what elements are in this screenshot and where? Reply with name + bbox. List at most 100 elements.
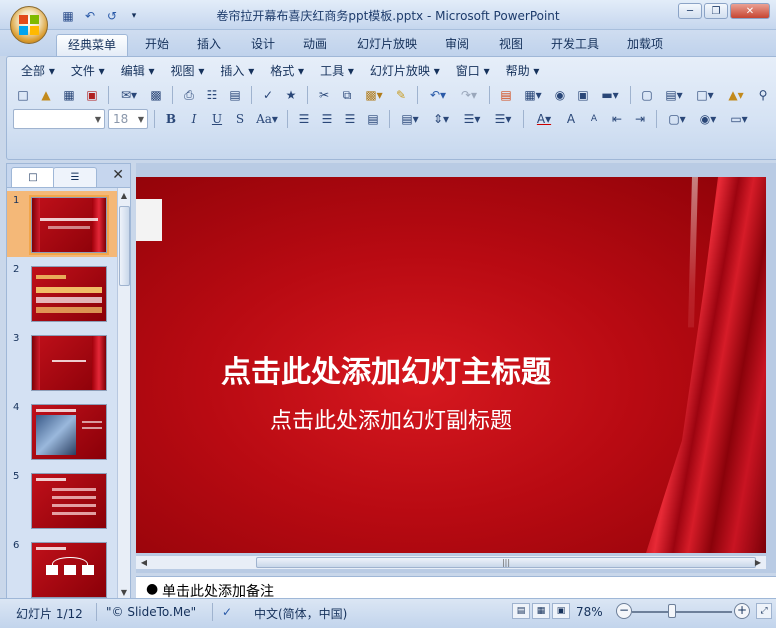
zoom-level[interactable]: 78% bbox=[576, 605, 603, 619]
new-slide-icon[interactable]: ▢ bbox=[637, 85, 657, 105]
undo-icon[interactable]: ↶▾ bbox=[424, 85, 452, 105]
slide-title-placeholder[interactable]: 点击此处添加幻灯主标题 bbox=[136, 347, 636, 391]
folder-icon[interactable]: ▲▾ bbox=[722, 85, 750, 105]
slide-thumbnail[interactable] bbox=[31, 266, 107, 322]
copy-icon[interactable]: ⧉ bbox=[337, 85, 357, 105]
line-spacing-icon[interactable]: ⇕▾ bbox=[427, 109, 455, 129]
fit-to-window-button[interactable]: ⤢ bbox=[756, 603, 772, 619]
permission-icon[interactable]: ▣ bbox=[82, 85, 102, 105]
zoom-slider[interactable] bbox=[632, 611, 732, 613]
font-size-select[interactable]: 18 ▼ bbox=[108, 109, 148, 129]
tab-classic-menu[interactable]: 经典菜单 bbox=[56, 34, 129, 56]
grow-font-icon[interactable]: A bbox=[561, 109, 581, 129]
slide-thumbnail[interactable] bbox=[31, 404, 107, 460]
shrink-font-icon[interactable]: A bbox=[584, 109, 604, 129]
cut-icon[interactable]: ✂ bbox=[314, 85, 334, 105]
picture-icon[interactable]: ▣ bbox=[573, 85, 593, 105]
research-icon[interactable]: ▤ bbox=[225, 85, 245, 105]
align-left-icon[interactable]: ☰ bbox=[294, 109, 314, 129]
menu-edit[interactable]: 编辑 ▾ bbox=[113, 61, 163, 81]
spell-check-icon[interactable]: ✓ bbox=[222, 605, 232, 619]
close-button[interactable]: ✕ bbox=[730, 3, 770, 19]
white-rectangle-shape[interactable] bbox=[136, 199, 162, 241]
line-style-icon[interactable]: ▬▾ bbox=[596, 85, 624, 105]
numbering-icon[interactable]: ☰▾ bbox=[458, 109, 486, 129]
zoom-in-icon[interactable]: + bbox=[734, 603, 750, 619]
change-case-icon[interactable]: Aa▾ bbox=[253, 109, 281, 129]
tab-animation[interactable]: 动画 bbox=[292, 34, 338, 56]
slide-thumbnail-row[interactable]: 6 bbox=[7, 536, 117, 599]
menu-format[interactable]: 格式 ▾ bbox=[262, 61, 312, 81]
horizontal-scrollbar[interactable]: ◀ ||| ▶ bbox=[136, 555, 766, 569]
align-right-icon[interactable]: ☰ bbox=[340, 109, 360, 129]
zoom-slider-knob[interactable] bbox=[668, 604, 676, 618]
theme-name[interactable]: "© SlideTo.Me" bbox=[106, 605, 196, 619]
new-file-icon[interactable]: □ bbox=[13, 85, 33, 105]
clipart-icon[interactable]: ◉ bbox=[550, 85, 570, 105]
outline-tab[interactable]: ☰ bbox=[53, 167, 97, 187]
justify-icon[interactable]: ▤ bbox=[363, 109, 383, 129]
slide-thumbnail[interactable] bbox=[29, 195, 109, 255]
menu-tools[interactable]: 工具 ▾ bbox=[312, 61, 362, 81]
publish-icon[interactable]: ▩ bbox=[146, 85, 166, 105]
slides-tab[interactable]: □ bbox=[11, 167, 55, 187]
language-indicator[interactable]: 中文(简体，中国) bbox=[254, 605, 347, 622]
save-icon[interactable]: ▦ bbox=[59, 85, 79, 105]
menu-help[interactable]: 帮助 ▾ bbox=[498, 61, 548, 81]
menu-window[interactable]: 窗口 ▾ bbox=[448, 61, 498, 81]
thumbnails-scrollbar[interactable]: ▲ ▼ bbox=[117, 188, 130, 599]
email-icon[interactable]: ✉▾ bbox=[115, 85, 143, 105]
slide-sorter-button[interactable]: ▦ bbox=[532, 603, 550, 619]
menu-view[interactable]: 视图 ▾ bbox=[163, 61, 213, 81]
slide-thumbnail[interactable] bbox=[31, 542, 107, 598]
bullets-icon[interactable]: ☰▾ bbox=[489, 109, 517, 129]
print-icon[interactable]: ⎙ bbox=[179, 85, 199, 105]
increase-indent-icon[interactable]: ⇥ bbox=[630, 109, 650, 129]
layout-icon[interactable]: ▤▾ bbox=[660, 85, 688, 105]
format-painter-icon[interactable]: ✎ bbox=[391, 85, 411, 105]
font-color-icon[interactable]: A▾ bbox=[530, 109, 558, 129]
spelling-icon[interactable]: ✓ bbox=[258, 85, 278, 105]
tab-design[interactable]: 设计 bbox=[240, 34, 286, 56]
menu-slideshow[interactable]: 幻灯片放映 ▾ bbox=[362, 61, 448, 81]
slide-thumbnail-row[interactable]: 1 bbox=[7, 191, 117, 257]
tab-home[interactable]: 开始 bbox=[134, 34, 180, 56]
paste-icon[interactable]: ▩▾ bbox=[360, 85, 388, 105]
slide-thumbnail-row[interactable]: 5 bbox=[7, 467, 117, 533]
align-center-icon[interactable]: ☰ bbox=[317, 109, 337, 129]
zoom-icon[interactable]: ⚲ bbox=[753, 85, 773, 105]
shapes-icon[interactable]: ▢▾ bbox=[663, 109, 691, 129]
tab-insert[interactable]: 插入 bbox=[186, 34, 232, 56]
open-folder-icon[interactable]: ▲ bbox=[36, 85, 56, 105]
restore-button[interactable]: ❐ bbox=[704, 3, 728, 19]
current-slide[interactable]: 点击此处添加幻灯主标题 点击此处添加幻灯副标题 bbox=[136, 177, 766, 553]
slide-thumbnail-row[interactable]: 4 bbox=[7, 398, 117, 464]
menu-insert[interactable]: 插入 ▾ bbox=[212, 61, 262, 81]
scroll-down-icon[interactable]: ▼ bbox=[118, 585, 130, 599]
tab-addins[interactable]: 加载项 bbox=[616, 34, 674, 56]
minimize-button[interactable]: ─ bbox=[678, 3, 702, 19]
scroll-thumb[interactable]: ||| bbox=[256, 557, 756, 568]
tab-slideshow[interactable]: 幻灯片放映 bbox=[346, 34, 428, 56]
bold-icon[interactable]: B bbox=[161, 109, 181, 129]
scroll-left-icon[interactable]: ◀ bbox=[138, 556, 150, 569]
menu-file[interactable]: 文件 ▾ bbox=[63, 61, 113, 81]
scroll-up-icon[interactable]: ▲ bbox=[118, 188, 130, 202]
scroll-right-icon[interactable]: ▶ bbox=[752, 556, 764, 569]
decrease-indent-icon[interactable]: ⇤ bbox=[607, 109, 627, 129]
chart-icon[interactable]: ▤ bbox=[496, 85, 516, 105]
normal-view-button[interactable]: ▤ bbox=[512, 603, 530, 619]
table-icon[interactable]: ▦▾ bbox=[519, 85, 547, 105]
tab-view[interactable]: 视图 bbox=[488, 34, 534, 56]
research-book-icon[interactable]: ★ bbox=[281, 85, 301, 105]
office-button[interactable] bbox=[10, 6, 48, 44]
zoom-out-icon[interactable]: − bbox=[616, 603, 632, 619]
slide-thumbnail-row[interactable]: 2 bbox=[7, 260, 117, 326]
slide-thumbnail[interactable] bbox=[31, 335, 107, 391]
slide-thumbnail[interactable] bbox=[31, 473, 107, 529]
redo-icon[interactable]: ↷▾ bbox=[455, 85, 483, 105]
print-preview-icon[interactable]: ☷ bbox=[202, 85, 222, 105]
tab-developer[interactable]: 开发工具 bbox=[540, 34, 610, 56]
columns-icon[interactable]: ▤▾ bbox=[396, 109, 424, 129]
slide-subtitle-placeholder[interactable]: 点击此处添加幻灯副标题 bbox=[136, 403, 646, 435]
